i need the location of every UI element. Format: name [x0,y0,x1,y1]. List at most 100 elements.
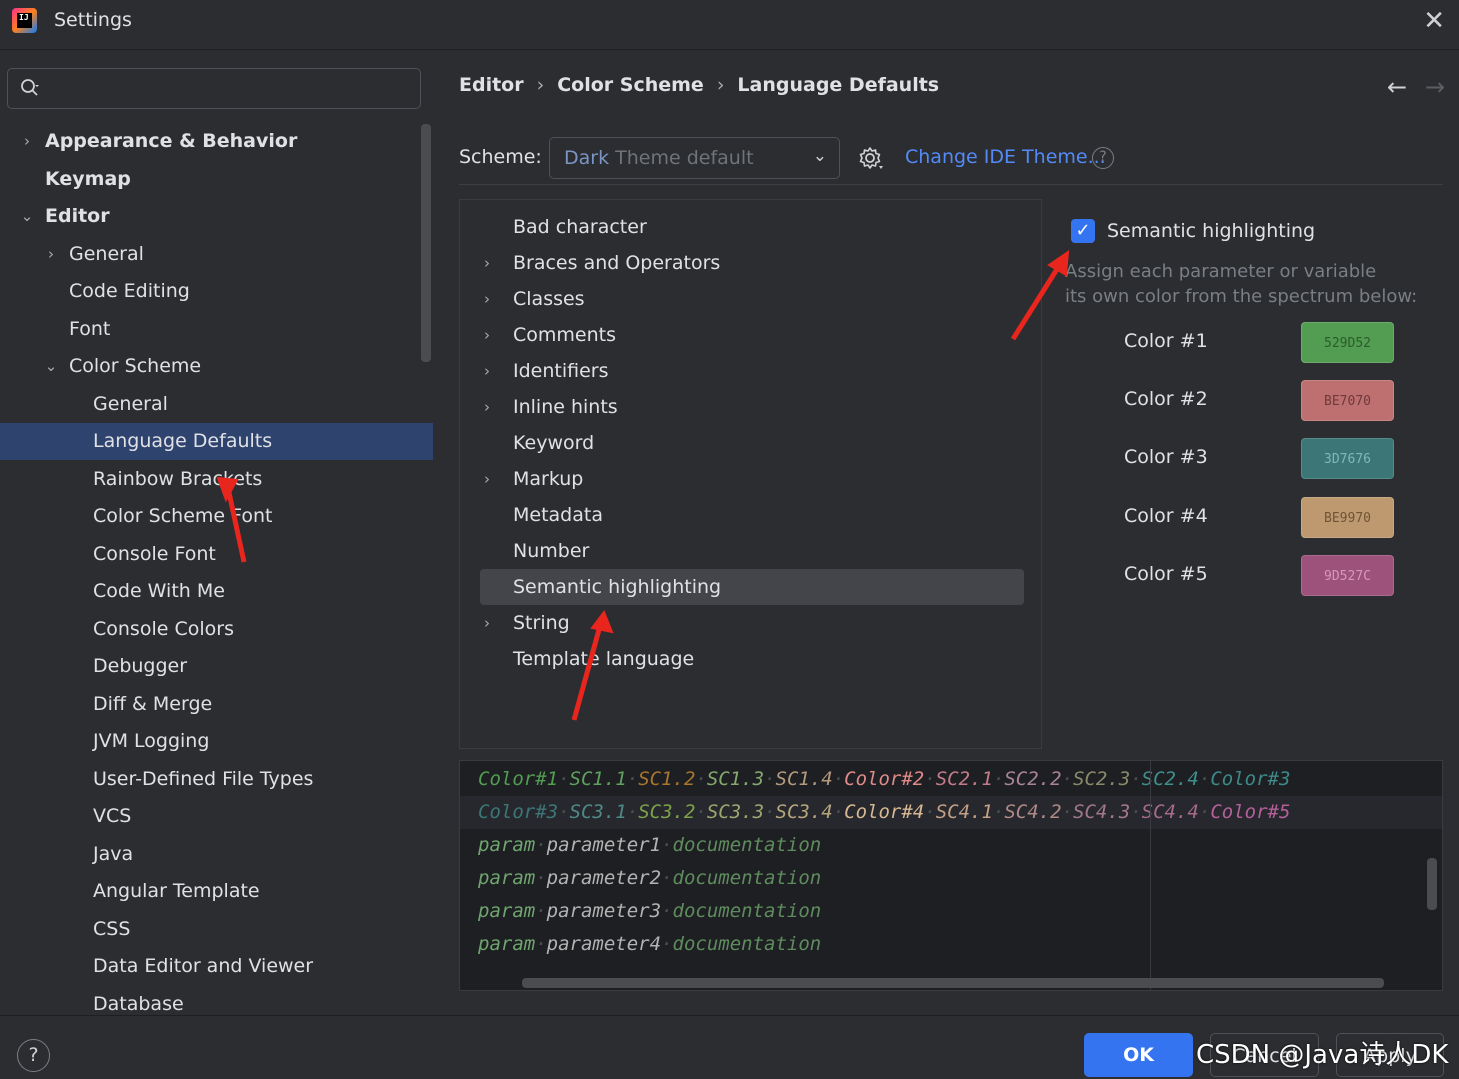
code-token: param [478,834,536,856]
sidebar-item[interactable]: Diff & Merge [0,686,433,723]
title-bar: IJ Settings ✕ [0,0,1459,50]
divider [459,184,1443,185]
attribute-item[interactable]: Bad character [480,209,1024,245]
attribute-item[interactable]: Number [480,533,1024,569]
close-icon[interactable]: ✕ [1423,6,1445,36]
sidebar-item[interactable]: Data Editor and Viewer [0,948,433,985]
breadcrumb-editor[interactable]: Editor [459,74,524,96]
breadcrumb-color-scheme[interactable]: Color Scheme [557,74,704,96]
sidebar-item[interactable]: Code With Me [0,573,433,610]
sidebar-item[interactable]: Console Font [0,536,433,573]
color-swatch-button[interactable]: 9D527C [1301,555,1394,596]
forward-arrow-icon[interactable]: → [1425,73,1445,101]
settings-search-input[interactable] [7,68,421,109]
sidebar-item[interactable]: General [0,386,433,423]
help-icon[interactable]: ? [1092,147,1114,169]
code-preview[interactable]: param·parameter4·documentation param·para… [459,760,1443,991]
attribute-item[interactable]: Metadata [480,497,1024,533]
breadcrumb-language-defaults: Language Defaults [737,74,940,96]
sidebar-item[interactable]: Keymap [0,161,433,198]
attribute-item[interactable]: › Braces and Operators [480,245,1024,281]
sidebar-item[interactable]: Color Scheme Font [0,498,433,535]
code-token: SC1.4 [775,768,833,790]
sidebar-item-label: Database [93,992,184,1015]
chevron-right-icon[interactable]: › [484,317,490,353]
color-swatch-button[interactable]: 3D7676 [1301,438,1394,479]
chevron-right-icon[interactable]: › [484,461,490,497]
sidebar-item[interactable]: › Appearance & Behavior [0,123,433,160]
whitespace-marker: · [661,834,673,856]
attribute-label: Semantic highlighting [513,576,722,598]
code-token: parameter4 [546,933,662,955]
chevron-right-icon[interactable]: › [484,281,490,317]
code-token: SC3.2 [638,801,696,823]
sidebar-item[interactable]: Language Defaults [0,423,433,460]
whitespace-marker: · [535,900,547,922]
attribute-item[interactable]: Keyword [480,425,1024,461]
attribute-label: Classes [513,288,585,310]
sidebar-item[interactable]: Code Editing [0,273,433,310]
attribute-item[interactable]: › Classes [480,281,1024,317]
chevron-right-icon[interactable]: › [43,236,59,273]
chevron-down-icon[interactable]: ⌄ [19,198,35,235]
back-arrow-icon[interactable]: ← [1387,73,1407,101]
attribute-item[interactable]: › Markup [480,461,1024,497]
semantic-highlighting-label[interactable]: Semantic highlighting [1107,220,1315,242]
sidebar-item[interactable]: Angular Template [0,873,433,910]
code-token: SC2.3 [1073,768,1131,790]
attribute-item[interactable]: Semantic highlighting [480,569,1024,605]
sidebar-item-label: Rainbow Brackets [93,467,263,490]
scheme-dropdown[interactable]: Dark Theme default ⌄ [549,137,840,179]
color-swatch-button[interactable]: BE7070 [1301,380,1394,421]
change-ide-theme-link[interactable]: Change IDE Theme... [905,146,1106,168]
semantic-highlighting-checkbox[interactable]: ✓ [1071,219,1095,243]
sidebar-item[interactable]: Font [0,311,433,348]
sidebar-item[interactable]: › General [0,236,433,273]
attribute-label: Braces and Operators [513,252,721,274]
code-line: param·parameter3·documentation [460,895,1442,928]
sidebar-item[interactable]: Console Colors [0,611,433,648]
chevron-right-icon[interactable]: › [484,245,490,281]
attribute-item[interactable]: Template language [480,641,1024,677]
attribute-item[interactable]: › String [480,605,1024,641]
help-button[interactable]: ? [17,1039,50,1072]
attribute-item[interactable]: › Identifiers [480,353,1024,389]
sidebar-item[interactable]: CSS [0,911,433,948]
sidebar-item-label: Console Colors [93,617,234,640]
settings-tree: › Appearance & Behavior Keymap ⌄ Editor › Gene… [0,123,433,1015]
code-token: documentation [672,834,822,856]
breadcrumb-separator: › [716,74,725,96]
sidebar-item[interactable]: JVM Logging [0,723,433,760]
preview-vertical-scrollbar[interactable] [1427,858,1437,910]
sidebar-item[interactable]: VCS [0,798,433,835]
attribute-item[interactable]: › Comments [480,317,1024,353]
gear-icon[interactable] [858,146,884,172]
sidebar-scrollbar[interactable] [421,124,431,362]
code-token: SC3.1 [569,801,627,823]
chevron-right-icon[interactable]: › [19,123,35,160]
color-swatch-button[interactable]: 529D52 [1301,322,1394,363]
attribute-label: Metadata [513,504,603,526]
whitespace-marker: · [695,801,707,823]
chevron-right-icon[interactable]: › [484,389,490,425]
whitespace-marker: · [1198,801,1211,823]
sidebar-item-label: CSS [93,917,131,940]
chevron-right-icon[interactable]: › [484,605,490,641]
sidebar-item-label: Angular Template [93,880,260,902]
sidebar-item[interactable]: ⌄ Color Scheme [0,348,433,385]
color-swatch-button[interactable]: BE9970 [1301,497,1394,538]
sidebar-item-label: Code Editing [69,280,190,302]
sidebar-item[interactable]: Rainbow Brackets [0,461,433,498]
ok-button[interactable]: OK [1084,1033,1193,1077]
chevron-down-icon[interactable]: ⌄ [43,348,59,385]
sidebar-item[interactable]: Debugger [0,648,433,685]
sidebar-item[interactable]: ⌄ Editor [0,198,433,235]
code-line: Color#1·SC1.1·SC1.2·SC1.3·SC1.4·Color#2·… [460,763,1442,796]
preview-horizontal-scrollbar[interactable] [522,978,1384,988]
whitespace-marker: · [832,801,845,823]
attribute-item[interactable]: › Inline hints [480,389,1024,425]
chevron-right-icon[interactable]: › [484,353,490,389]
sidebar-item[interactable]: Database [0,986,433,1023]
sidebar-item[interactable]: Java [0,836,433,873]
sidebar-item[interactable]: User-Defined File Types [0,761,433,798]
